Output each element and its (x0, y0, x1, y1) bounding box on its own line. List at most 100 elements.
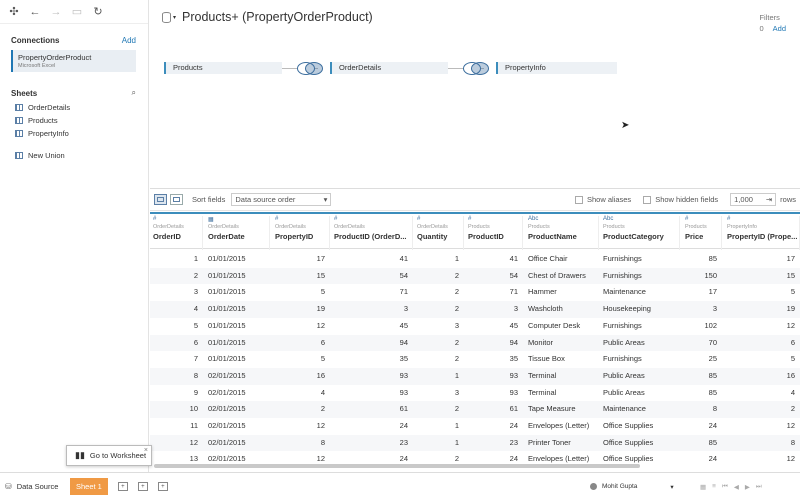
column-header[interactable]: # Products Price (682, 216, 722, 250)
checkbox[interactable] (574, 196, 583, 204)
close-icon[interactable]: × (144, 447, 148, 454)
field-type-icon[interactable]: # (468, 216, 522, 224)
canvas-table-propertyinfo[interactable]: PropertyInfo (496, 62, 617, 74)
field-name[interactable]: Quantity (417, 232, 463, 241)
table-cell: 02/01/2015 (208, 387, 246, 397)
field-name[interactable]: ProductName (528, 232, 598, 241)
table-cell: 2 (454, 270, 459, 280)
show-hidden-toggle[interactable]: Show hidden fields (643, 195, 718, 204)
grid-toolbar: Sort fields Data source order ▾ Show ali… (150, 188, 800, 211)
list-view-button[interactable] (170, 194, 183, 205)
field-name[interactable]: ProductCategory (603, 232, 679, 241)
sheet-item-orderdetails[interactable]: OrderDetails (0, 101, 148, 114)
column-header[interactable]: # OrderDetails ProductID (OrderD... (331, 216, 413, 250)
refresh-icon[interactable]: ↻ (92, 6, 104, 18)
field-name[interactable]: ProductID (OrderD... (334, 232, 412, 241)
save-icon[interactable]: ▭ (71, 6, 83, 18)
logo-icon[interactable]: ✣ (8, 6, 20, 18)
forward-icon[interactable]: → (50, 6, 62, 18)
table-cell: Hammer (528, 287, 557, 297)
show-aliases-toggle[interactable]: Show aliases (574, 195, 631, 204)
field-name[interactable]: PropertyID (275, 232, 329, 241)
field-type-icon[interactable]: # (685, 216, 721, 224)
chevron-down-icon[interactable]: ▾ (173, 14, 176, 21)
field-name[interactable]: Price (685, 232, 721, 241)
column-header[interactable]: # OrderDetails Quantity (414, 216, 464, 250)
field-source: Products (528, 224, 550, 230)
horizontal-scrollbar[interactable] (154, 464, 640, 468)
search-icon[interactable]: ⌕ (132, 88, 136, 98)
grid-icon[interactable]: ▦ (700, 483, 706, 491)
add-connection-link[interactable]: Add (122, 36, 136, 45)
table-row: 7 01/01/2015 5 35 2 35 Tissue Box Furnishings 25… (150, 351, 800, 368)
join-icon[interactable] (461, 62, 491, 75)
sheet-label: OrderDetails (28, 103, 71, 112)
table-cell: Furnishings (603, 320, 642, 330)
table-cell: 94 (509, 337, 518, 347)
new-story-icon[interactable]: + (157, 482, 168, 491)
new-dashboard-icon[interactable]: + (137, 482, 148, 491)
back-icon[interactable]: ← (29, 6, 41, 18)
table-cell: 15 (316, 270, 325, 280)
field-type-icon[interactable]: Abc (603, 216, 679, 224)
datasource-title[interactable]: Products+ (PropertyOrderProduct) (182, 10, 373, 24)
field-type-icon[interactable]: # (153, 216, 202, 224)
field-source: Products (685, 224, 707, 230)
column-header[interactable]: # Products ProductID (465, 216, 523, 250)
field-name[interactable]: OrderDate (208, 232, 269, 241)
field-type-icon[interactable]: # (334, 216, 412, 224)
column-header[interactable]: Abc Products ProductName (525, 216, 599, 250)
table-cell: 01/01/2015 (208, 287, 246, 297)
field-type-icon[interactable]: # (417, 216, 463, 224)
connections-header: Connections Add (0, 36, 148, 45)
table-cell: Housekeeping (603, 304, 651, 314)
column-header[interactable]: ▦ OrderDetails OrderDate (205, 216, 270, 250)
prev-page-icon[interactable]: ◀ (734, 483, 739, 491)
last-page-icon[interactable]: ⏭ (756, 483, 762, 491)
sheet-item-propertyinfo[interactable]: PropertyInfo (0, 127, 148, 140)
column-header[interactable]: Abc Products ProductCategory (600, 216, 680, 250)
field-name[interactable]: OrderID (153, 232, 202, 241)
column-header[interactable]: # PropertyInfo PropertyID (Prope... (724, 216, 800, 250)
data-source-tab[interactable]: ⛁ Data Source (0, 482, 70, 491)
user-menu[interactable]: Mohit Gupta ▾ (590, 483, 674, 491)
sort-select[interactable]: Data source order ▾ (231, 193, 332, 206)
field-name[interactable]: ProductID (468, 232, 522, 241)
sheet-tab[interactable]: Sheet 1 (70, 478, 108, 495)
table-cell: Envelopes (Letter) (528, 421, 590, 430)
table-cell: 24 (399, 421, 408, 430)
new-union-item[interactable]: New Union (0, 149, 148, 162)
database-icon (162, 11, 171, 23)
table-cell: 9 (193, 387, 198, 397)
table-cell: 24 (509, 421, 518, 430)
table-cell: 8 (193, 370, 198, 380)
join-icon[interactable] (295, 62, 325, 75)
table-cell: 7 (193, 354, 198, 364)
sort-label: Sort fields (192, 195, 226, 204)
field-type-icon[interactable]: # (727, 216, 799, 224)
first-page-icon[interactable]: ⏮ (722, 483, 728, 491)
table-cell: Office Supplies (603, 437, 654, 447)
new-worksheet-icon[interactable]: + (117, 482, 128, 491)
rows-input[interactable]: 1,000 ⇥ (730, 193, 777, 206)
canvas-table-products[interactable]: Products (164, 62, 282, 74)
connection-item[interactable]: PropertyOrderProduct Microsoft Excel (11, 50, 136, 72)
sheet-item-products[interactable]: Products (0, 114, 148, 127)
field-type-icon[interactable]: Abc (528, 216, 598, 224)
table-cell: 01/01/2015 (208, 354, 246, 364)
column-header[interactable]: # OrderDetails OrderID (150, 216, 203, 250)
canvas-table-orderdetails[interactable]: OrderDetails (330, 62, 448, 74)
field-type-icon[interactable]: # (275, 216, 329, 224)
list-icon[interactable]: ≡ (712, 483, 716, 491)
go-to-worksheet-tooltip[interactable]: ▮▮ Go to Worksheet × (66, 445, 152, 466)
checkbox[interactable] (643, 196, 652, 204)
grid-view-button[interactable] (154, 194, 167, 205)
table-cell: Public Areas (603, 370, 645, 380)
add-filter-link[interactable]: Add (773, 24, 786, 33)
table-cell: 16 (786, 370, 795, 380)
field-type-icon[interactable]: ▦ (208, 216, 269, 224)
column-header[interactable]: # OrderDetails PropertyID (272, 216, 330, 250)
field-name[interactable]: PropertyID (Prope... (727, 232, 799, 241)
next-page-icon[interactable]: ▶ (745, 483, 750, 491)
table-cell: 4 (320, 387, 325, 397)
